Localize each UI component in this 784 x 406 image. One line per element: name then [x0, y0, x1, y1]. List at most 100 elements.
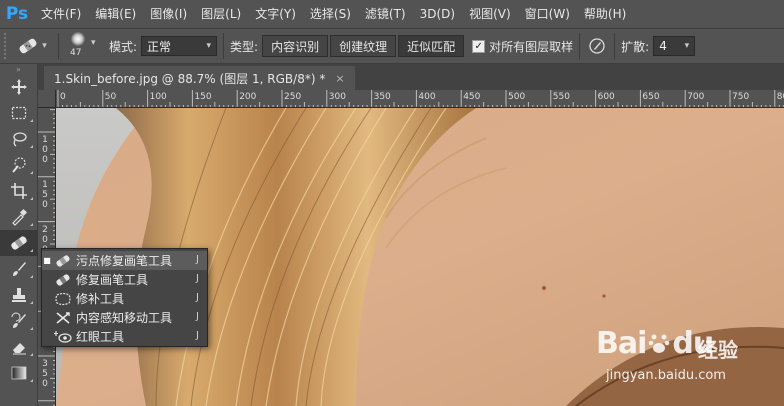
- chevron-down-icon: ▾: [206, 41, 212, 51]
- submenu-indicator: [30, 119, 33, 122]
- marquee-tool[interactable]: [0, 100, 38, 126]
- content-aware-move-icon: [52, 309, 74, 327]
- watermark-cn: 经验: [698, 338, 738, 362]
- document-tab[interactable]: 1.Skin_before.jpg @ 88.7% (图层 1, RGB/8*)…: [44, 66, 355, 90]
- menu-items: 文件(F) 编辑(E) 图像(I) 图层(L) 文字(Y) 选择(S) 滤镜(T) 3D(D)…: [34, 0, 633, 28]
- menu-item-7[interactable]: 3D(D): [413, 0, 462, 28]
- sample-all-layers-checkbox[interactable]: ✓: [472, 39, 486, 53]
- selected-bullet-icon: ■: [43, 256, 51, 265]
- submenu-indicator: [30, 223, 33, 226]
- crop-tool[interactable]: [0, 178, 38, 204]
- gradient-tool[interactable]: [0, 360, 38, 386]
- type-content-aware-button[interactable]: 内容识别: [262, 35, 329, 57]
- menu-item-0[interactable]: 文件(F): [34, 0, 88, 28]
- ruler-tick-label: 600: [597, 92, 615, 102]
- spot-healing-tool[interactable]: [0, 230, 38, 256]
- ruler-tick-label: 650: [642, 92, 660, 102]
- close-icon[interactable]: ×: [335, 72, 344, 85]
- move-icon: [11, 79, 27, 95]
- horizontal-ruler[interactable]: 0 50 100 150 200 250 300 350 400 450 500 550 600 650 7…: [56, 90, 784, 108]
- gradient-icon: [11, 366, 27, 380]
- menu-item-3[interactable]: 图层(L): [194, 0, 248, 28]
- submenu-indicator: [30, 249, 33, 252]
- sample-all-layers-label: 对所有图层取样: [489, 39, 574, 54]
- baidu-jingyan-watermark: Bai du 经验 jingyan.baidu.com: [596, 326, 776, 396]
- ruler-tick-label: 800: [776, 92, 784, 102]
- options-bar: ▾ 47 ▾ 模式: 正常 ▾ 类型: 内容识别 创建纹理 近似匹配 ✓ 对所有…: [0, 28, 784, 64]
- ruler-tick-label: 750: [732, 92, 750, 102]
- submenu-indicator: [30, 145, 33, 148]
- tool-preset-picker[interactable]: ▾: [12, 32, 52, 60]
- ruler-tick-label: 50: [104, 92, 117, 102]
- pen-pressure-icon: [589, 38, 605, 54]
- flyout-item-label: 污点修复画笔工具: [76, 254, 173, 268]
- stamp-icon: [12, 288, 26, 302]
- ruler-tick-label: 400: [418, 92, 436, 102]
- type-create-texture-button[interactable]: 创建纹理: [330, 35, 397, 57]
- mode-select[interactable]: 正常 ▾: [141, 36, 218, 56]
- flyout-item-healing-brush[interactable]: 修复画笔工具 J: [42, 270, 207, 289]
- type-label: 类型:: [230, 39, 259, 54]
- menu-bar: Ps 文件(F) 编辑(E) 图像(I) 图层(L) 文字(Y) 选择(S) 滤镜(T) 3D…: [0, 0, 784, 28]
- ruler-tick-label: 150: [194, 92, 212, 102]
- brush-icon: [13, 262, 26, 276]
- flyout-item-patch[interactable]: 修补工具 J: [42, 289, 207, 308]
- menu-item-8[interactable]: 视图(V): [462, 0, 518, 28]
- eyedropper-tool[interactable]: [0, 204, 38, 230]
- ruler-tick-label: 700: [687, 92, 705, 102]
- menu-item-10[interactable]: 帮助(H): [577, 0, 633, 28]
- shortcut-key: J: [196, 330, 199, 341]
- ruler-tick-label: 250: [284, 92, 302, 102]
- options-grip[interactable]: [4, 33, 12, 59]
- ruler-tick-label: 500: [508, 92, 526, 102]
- eraser-tool[interactable]: [0, 334, 38, 360]
- divider: [579, 33, 581, 59]
- ruler-tick-label: 1 5 0: [42, 179, 48, 210]
- submenu-indicator: [30, 327, 33, 330]
- menu-item-9[interactable]: 窗口(W): [518, 0, 577, 28]
- flyout-item-label: 内容感知移动工具: [76, 311, 173, 325]
- submenu-indicator: [30, 275, 33, 278]
- ruler-tick-label: 350: [373, 92, 391, 102]
- diffusion-label: 扩散:: [621, 39, 650, 54]
- menu-item-2[interactable]: 图像(I): [143, 0, 194, 28]
- mode-label: 模式:: [109, 39, 138, 54]
- menu-item-4[interactable]: 文字(Y): [248, 0, 303, 28]
- history-brush-tool[interactable]: [0, 308, 38, 334]
- flyout-item-spot-healing-brush[interactable]: ■ 污点修复画笔工具 J: [42, 251, 207, 270]
- divider: [223, 33, 225, 59]
- document-tab-title: 1.Skin_before.jpg @ 88.7% (图层 1, RGB/8*)…: [54, 71, 326, 86]
- menu-item-1[interactable]: 编辑(E): [88, 0, 143, 28]
- quick-selection-tool[interactable]: [0, 152, 38, 178]
- bandage-icon: [11, 236, 27, 250]
- patch-icon: [52, 290, 74, 308]
- divider: [58, 33, 59, 59]
- menu-item-6[interactable]: 滤镜(T): [358, 0, 413, 28]
- brush-size-value: 47: [70, 48, 82, 58]
- crop-icon: [11, 183, 27, 199]
- sample-all-layers-option[interactable]: ✓ 对所有图层取样: [472, 38, 573, 55]
- diffusion-select[interactable]: 4 ▾: [653, 36, 696, 56]
- ruler-origin[interactable]: [38, 90, 56, 108]
- toolbox-collapse-icon[interactable]: »: [0, 64, 37, 74]
- lasso-tool[interactable]: [0, 126, 38, 152]
- flyout-item-label: 修复画笔工具: [76, 273, 149, 287]
- brush-tool[interactable]: [0, 256, 38, 282]
- menu-item-5[interactable]: 选择(S): [303, 0, 358, 28]
- flyout-item-red-eye[interactable]: 红眼工具 J: [42, 327, 207, 346]
- type-proximity-match-button[interactable]: 近似匹配: [398, 35, 465, 57]
- history-brush-icon: [11, 312, 26, 328]
- shortcut-key: J: [196, 254, 199, 265]
- marquee-icon: [11, 106, 27, 120]
- pressure-size-button[interactable]: [586, 35, 608, 57]
- flyout-item-content-aware-move[interactable]: 内容感知移动工具 J: [42, 308, 207, 327]
- toolbox: »: [0, 64, 38, 406]
- type-segmented-control: 内容识别 创建纹理 近似匹配: [262, 35, 466, 57]
- brush-picker[interactable]: 47 ▾: [65, 30, 103, 62]
- clone-stamp-tool[interactable]: [0, 282, 38, 308]
- flyout-item-label: 修补工具: [76, 292, 125, 306]
- ruler-tick-label: 100: [149, 92, 167, 102]
- document-tab-bar: 1.Skin_before.jpg @ 88.7% (图层 1, RGB/8*)…: [38, 64, 784, 90]
- move-tool[interactable]: [0, 74, 38, 100]
- submenu-indicator: [30, 379, 33, 382]
